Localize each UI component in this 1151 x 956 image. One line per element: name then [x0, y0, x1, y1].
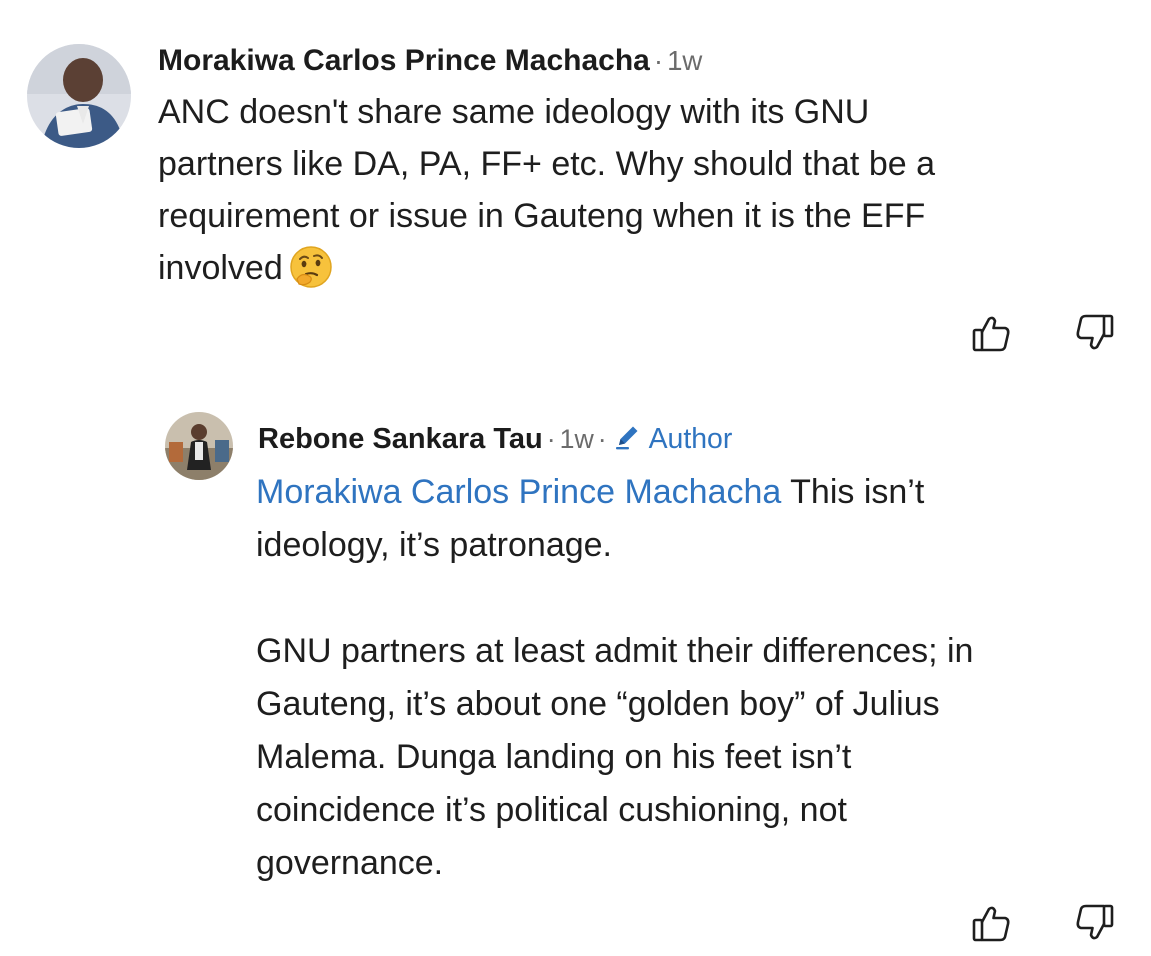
comment-actions — [968, 900, 1118, 946]
thumbs-down-icon — [1076, 904, 1114, 940]
timestamp: 1w — [667, 45, 703, 76]
like-button[interactable] — [968, 310, 1014, 356]
like-button[interactable] — [968, 900, 1014, 946]
thinking-face-icon — [289, 245, 333, 289]
comment-text: This isn’t ideology, it’s patronage. GNU… — [256, 473, 974, 882]
thumbs-up-icon — [972, 906, 1010, 942]
comment-body: ANC doesn't share same ideology with its… — [158, 86, 1118, 294]
comment-actions — [968, 310, 1118, 356]
avatar[interactable] — [27, 44, 131, 148]
comment-text: ANC doesn't share same ideology with its… — [158, 93, 935, 287]
comment-meta: Rebone Sankara Tau · 1w · Author — [258, 420, 732, 461]
comment-meta: Morakiwa Carlos Prince Machacha · 1w — [158, 42, 702, 80]
dislike-button[interactable] — [1072, 310, 1118, 356]
author-name[interactable]: Rebone Sankara Tau — [258, 423, 543, 455]
comment-body: Morakiwa Carlos Prince Machacha This isn… — [256, 466, 1136, 890]
separator: · — [546, 424, 556, 454]
avatar[interactable] — [165, 412, 233, 480]
reply-comment: Rebone Sankara Tau · 1w · Author Morakiwa C… — [0, 390, 1151, 956]
separator: · — [653, 45, 664, 76]
dislike-button[interactable] — [1072, 900, 1118, 946]
comment: Morakiwa Carlos Prince Machacha · 1w ANC d… — [0, 0, 1151, 390]
thumbs-up-icon — [972, 316, 1010, 352]
thumbs-down-icon — [1076, 314, 1114, 350]
separator: · — [597, 424, 607, 454]
pencil-icon — [613, 421, 643, 461]
timestamp: 1w — [559, 424, 594, 454]
author-badge: Author — [648, 423, 733, 455]
author-name[interactable]: Morakiwa Carlos Prince Machacha — [158, 44, 650, 77]
mention-link[interactable]: Morakiwa Carlos Prince Machacha — [256, 473, 781, 511]
